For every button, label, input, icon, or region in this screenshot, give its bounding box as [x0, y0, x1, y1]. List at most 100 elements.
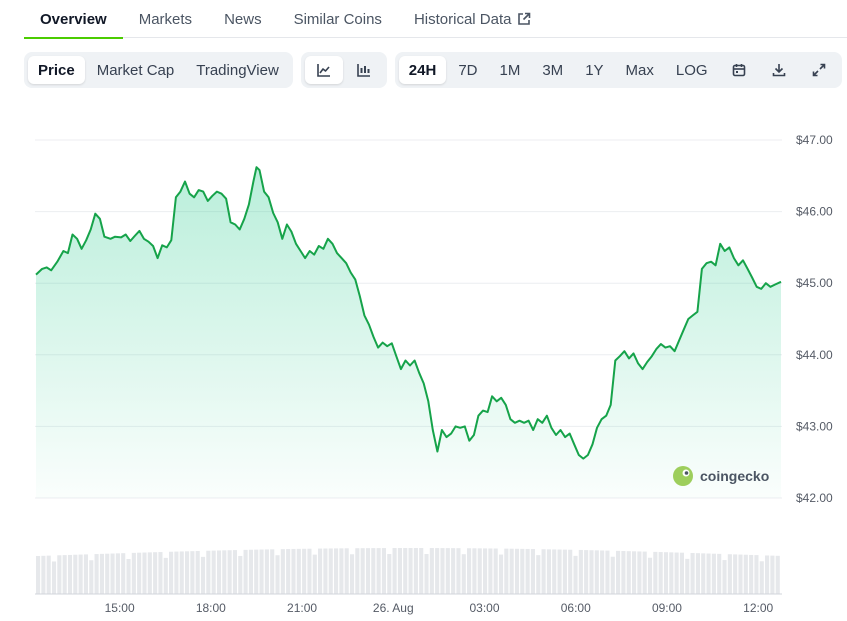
volume-bar [573, 555, 578, 594]
price-area [36, 167, 781, 498]
volume-bar [424, 554, 429, 594]
volume-bar [83, 554, 89, 594]
volume-bar [738, 554, 743, 594]
volume-bar [36, 556, 41, 594]
volume-bar [222, 550, 227, 594]
chart-toolbar: Price Market Cap TradingView 24H 7D 1M 3M 1Y Ma… [24, 52, 842, 88]
volume-bar [365, 548, 371, 594]
volume-bar [514, 548, 520, 594]
range-max-button[interactable]: Max [616, 56, 664, 84]
tab-label: Historical Data [413, 10, 512, 28]
price-chart: $47.00 $46.00 $45.00 $44.00 $43.00 $42.00 15:… [35, 133, 833, 615]
volume-bar [584, 550, 589, 594]
volume-bar [67, 554, 73, 594]
volume-bar [674, 552, 679, 594]
volume-bar [578, 549, 583, 594]
volume-bar [440, 548, 445, 594]
volume-bar [163, 557, 168, 594]
volume-bar [259, 549, 264, 594]
volume-bar [105, 553, 110, 594]
volume-bar [232, 550, 238, 594]
volume-bar [546, 549, 551, 594]
range-3m-button[interactable]: 3M [532, 56, 573, 84]
volume-bar [653, 551, 658, 594]
volume-bar [488, 548, 493, 594]
range-log-button[interactable]: LOG [666, 56, 718, 84]
volume-bar [185, 551, 190, 594]
view-market-cap-button[interactable]: Market Cap [87, 56, 185, 84]
volume-bar [733, 554, 738, 594]
volume-bar [227, 550, 232, 594]
tab-news[interactable]: News [208, 0, 278, 38]
volume-bar [78, 554, 83, 594]
candlestick-chart-icon[interactable] [345, 56, 383, 84]
coingecko-watermark: coingecko [673, 466, 769, 486]
volume-bar [637, 551, 642, 594]
volume-bar [727, 554, 732, 594]
volume-bar [541, 549, 546, 594]
volume-bar [355, 548, 360, 594]
tab-label: Similar Coins [293, 10, 382, 28]
volume-bar [530, 549, 536, 594]
volume-bar [754, 555, 759, 594]
view-price-button[interactable]: Price [28, 56, 85, 84]
x-tick-label: 09:00 [652, 601, 682, 615]
volume-bar [408, 548, 413, 594]
volume-bar [765, 555, 770, 594]
x-axis-labels: 15:00 18:00 21:00 26. Aug 03:00 06:00 09:00 12:… [105, 601, 774, 615]
volume-bar [280, 549, 285, 594]
volume-bar [658, 552, 663, 594]
range-1m-button[interactable]: 1M [490, 56, 531, 84]
fullscreen-icon[interactable] [800, 56, 838, 84]
tab-historical-data[interactable]: Historical Data [398, 0, 548, 38]
volume-bar [461, 554, 466, 594]
volume-bar [706, 553, 711, 594]
calendar-icon[interactable] [720, 56, 758, 84]
range-1y-button[interactable]: 1Y [575, 56, 613, 84]
volume-bar [286, 549, 291, 594]
volume-bar [621, 551, 626, 594]
volume-bar [318, 548, 323, 594]
volume-bar [89, 560, 94, 594]
chart-type-segment [300, 52, 387, 88]
tab-label: News [224, 10, 262, 28]
volume-bar [328, 548, 333, 594]
volume-bar [775, 555, 780, 594]
volume-bar [41, 555, 46, 594]
volume-bar [562, 549, 567, 594]
x-tick-label: 26. Aug [373, 601, 414, 615]
volume-bar [291, 548, 296, 594]
download-icon[interactable] [760, 56, 798, 84]
range-7d-button[interactable]: 7D [448, 56, 487, 84]
volume-bar [743, 554, 748, 594]
volume-bar [200, 556, 206, 594]
volume-bars [36, 548, 780, 594]
watermark-text: coingecko [700, 468, 769, 484]
volume-bar [552, 549, 557, 594]
volume-bar [94, 554, 99, 594]
volume-bar [57, 555, 62, 594]
tab-overview[interactable]: Overview [24, 0, 123, 39]
volume-bar [632, 551, 637, 594]
tab-similar-coins[interactable]: Similar Coins [278, 0, 398, 38]
volume-bar [206, 550, 211, 594]
volume-bar [669, 552, 674, 594]
volume-bar [568, 549, 573, 594]
gecko-logo-icon [673, 466, 693, 486]
volume-bar [376, 548, 381, 594]
y-axis-labels: $47.00 $46.00 $45.00 $44.00 $43.00 $42.00 [796, 133, 833, 505]
volume-bar [51, 561, 57, 594]
volume-bar [73, 554, 78, 594]
volume-bar [307, 548, 312, 594]
volume-bar [610, 556, 615, 594]
volume-bar [717, 553, 722, 594]
volume-bar [663, 552, 669, 594]
view-tradingview-button[interactable]: TradingView [186, 56, 289, 84]
range-24h-button[interactable]: 24H [398, 56, 447, 84]
line-chart-icon[interactable] [304, 56, 343, 84]
range-segment: 24H 7D 1M 3M 1Y Max LOG [394, 52, 842, 88]
volume-bar [238, 555, 243, 594]
top-tabs: Overview Markets News Similar Coins Historic… [24, 0, 847, 39]
volume-bar [190, 551, 195, 594]
tab-markets[interactable]: Markets [123, 0, 208, 38]
